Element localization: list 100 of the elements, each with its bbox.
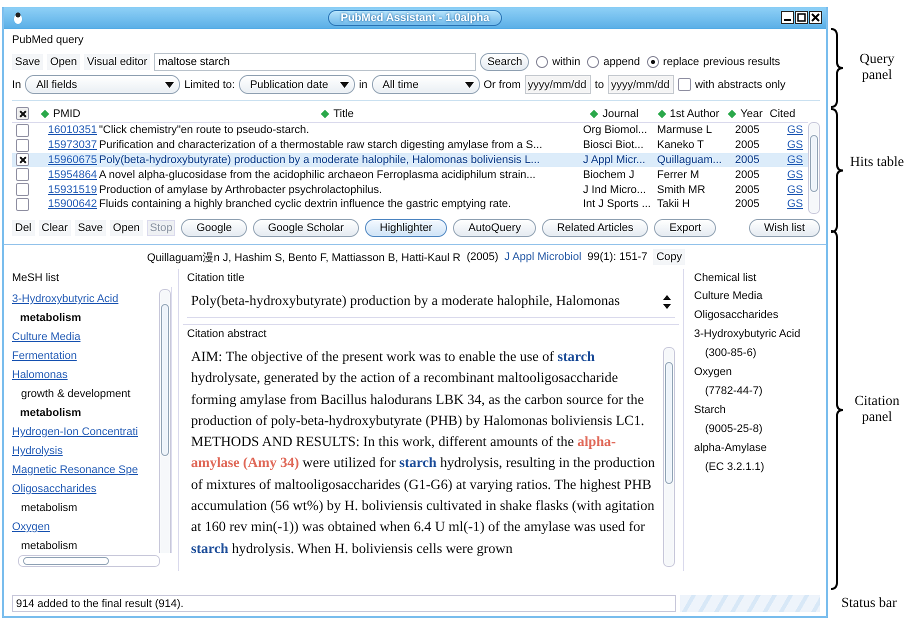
close-icon[interactable]: [809, 11, 822, 24]
pages-text: 99(1): 151-7: [587, 251, 648, 263]
annotation-label: Status bar: [840, 596, 898, 612]
chemical-name[interactable]: 3-Hydroxybutyric Acid: [694, 325, 820, 344]
action-button[interactable]: Highlighter: [364, 219, 448, 237]
scholar-link[interactable]: GS: [787, 154, 803, 166]
field-dropdown[interactable]: All fields: [25, 75, 180, 94]
table-cell-text: Smith MR: [656, 184, 706, 196]
scholar-link[interactable]: GS: [787, 139, 803, 152]
panel-title: MeSH list: [12, 271, 60, 286]
mesh-subheading: metabolism: [20, 539, 78, 553]
pmid-link[interactable]: 16010351: [48, 124, 97, 136]
table-row[interactable]: 15960675 Poly(beta-hydroxybutyrate) production by a moderate halophile, Halomonas boliviensis L... J Appl Micr... Quillaguam... 2005 GS: [12, 152, 808, 168]
pmid-link[interactable]: 15900642: [48, 198, 97, 210]
chemical-name[interactable]: Oxygen: [694, 363, 820, 382]
chemical-name[interactable]: alpha-Amylase: [694, 439, 820, 458]
table-row[interactable]: 15973037 Purification and characterization of a thermostable raw starch digesting amylase from a S... Biosci Biot... Kaneko T 2005 GS: [12, 138, 808, 153]
copy-button[interactable]: Copy: [653, 249, 686, 265]
table-cell-text: Poly(beta-hydroxybutyrate) production by a moderate halophile, Halomonas boliviensis L...: [98, 154, 541, 166]
action-button[interactable]: Google: [181, 219, 247, 237]
mesh-term-link[interactable]: 3-Hydroxybutyric Acid: [12, 290, 159, 309]
mesh-term-link[interactable]: Magnetic Resonance Spe: [12, 461, 159, 480]
table-row[interactable]: 15931519 Production of amylase by Arthrobacter psychrolactophilus. J Ind Micro... Smith MR 2005 GS: [12, 182, 808, 197]
mesh-term-link[interactable]: Oxygen: [12, 518, 159, 537]
panel-title: PubMed query: [12, 34, 85, 48]
toolbar-button[interactable]: Visual editor: [84, 54, 150, 70]
mesh-subheading: metabolism: [19, 406, 82, 421]
row-checkbox[interactable]: [16, 124, 28, 137]
horizontal-scrollbar[interactable]: [18, 555, 160, 567]
table-row[interactable]: 16010351 "Click chemistry"en route to pseudo-starch. Org Biomol... Marmuse L 2005 GS: [12, 123, 808, 138]
chemical-name[interactable]: Starch: [694, 401, 820, 420]
search-field[interactable]: maltose starch: [154, 52, 476, 70]
pmid-link[interactable]: 15960675: [48, 154, 97, 166]
to-date-field[interactable]: yyyy/mm/dd: [608, 75, 674, 94]
limit-dropdown[interactable]: Publication date: [238, 75, 355, 94]
scrollbar[interactable]: [663, 347, 675, 567]
checkbox[interactable]: [678, 78, 691, 91]
table-cell-text: Purification and characterization of a thermostable raw starch digesting amylase from a S...: [98, 139, 544, 152]
pmid-link[interactable]: 15954864: [48, 168, 97, 181]
toolbar-button[interactable]: Open: [110, 220, 143, 236]
row-checkbox[interactable]: [16, 168, 28, 182]
wish-list-button[interactable]: Wish list: [749, 219, 820, 237]
mesh-term-link[interactable]: Fermentation: [12, 347, 159, 366]
table-cell-text: Int J Sports ...: [582, 198, 652, 210]
select-all-checkbox[interactable]: [16, 107, 28, 120]
table-row[interactable]: 15900642 Fluids containing a highly branched cyclic dextrin influence the gastric emptying rate. Int J Sports ... Takii H 2005 GS: [12, 196, 808, 212]
group-title: Citation title: [187, 271, 246, 286]
column-header[interactable]: PMID: [32, 108, 97, 120]
scholar-link[interactable]: GS: [787, 124, 803, 136]
pmid-link[interactable]: 15931519: [48, 184, 97, 196]
action-button[interactable]: Related Articles: [542, 219, 648, 237]
radio-option[interactable]: replace: [647, 56, 700, 68]
action-button[interactable]: AutoQuery: [453, 219, 536, 237]
column-header[interactable]: Journal: [579, 108, 651, 120]
scrollbar[interactable]: [159, 289, 171, 553]
toolbar-button[interactable]: Save: [12, 54, 44, 70]
radio-option[interactable]: within: [536, 56, 580, 68]
table-cell-text: Fluids containing a highly branched cyclic dextrin influence the gastric emptying rate.: [98, 198, 512, 210]
toolbar-button[interactable]: Del: [12, 220, 35, 236]
table-cell-text: A novel alpha-glucosidase from the acidophilic archaeon Ferroplasma acidiphilum strain...: [98, 168, 537, 181]
mesh-term-link[interactable]: Hydrolysis: [12, 442, 159, 461]
mesh-term-link[interactable]: Halomonas: [12, 366, 159, 385]
row-checkbox[interactable]: [16, 153, 28, 166]
caret-icon: [165, 82, 174, 88]
from-date-field[interactable]: yyyy/mm/dd: [524, 75, 591, 94]
minimize-icon[interactable]: [781, 11, 794, 24]
toolbar-button[interactable]: Open: [47, 54, 80, 70]
table-cell-text: J Appl Micr...: [582, 154, 646, 166]
table-cell-text: Quillaguam...: [656, 154, 723, 166]
spinner-icon[interactable]: [663, 294, 671, 310]
action-button[interactable]: Export: [654, 219, 716, 237]
row-checkbox[interactable]: [16, 138, 28, 152]
column-header[interactable]: 1st Author: [651, 108, 727, 120]
toolbar-button[interactable]: Save: [74, 220, 106, 236]
table-cell-text: J Ind Micro...: [582, 184, 647, 196]
scholar-link[interactable]: GS: [787, 168, 803, 181]
column-header[interactable]: Cited: [765, 108, 795, 120]
column-header[interactable]: Title: [97, 108, 579, 120]
pmid-link[interactable]: 15973037: [48, 139, 97, 152]
toolbar-button[interactable]: Clear: [38, 220, 71, 236]
scholar-link[interactable]: GS: [787, 184, 803, 196]
row-checkbox[interactable]: [16, 183, 28, 196]
chemical-name[interactable]: Culture Media: [694, 287, 820, 306]
mesh-term-link[interactable]: Oligosaccharides: [12, 480, 159, 499]
mesh-term-link[interactable]: Hydrogen-Ion Concentrati: [12, 423, 159, 442]
action-button[interactable]: Google Scholar: [252, 219, 359, 237]
range-dropdown[interactable]: All time: [372, 75, 480, 94]
column-header[interactable]: Year: [727, 108, 765, 120]
scholar-link[interactable]: GS: [787, 198, 803, 210]
abstract-text: AIM: The objective of the present work was to enable the use of starch hydrolysate, generated by the action of a recombinant maltooligosaccharide forming amylase from Bacillus halodurans LBK 34, as the carbon source for the production of poly-beta-hydroxybutyrate (PHB) by Halomonas boliviensis LC1. METHODS AND RESULTS: In this work, different amounts of the alpha-amylase (Amy 34) were utilized for starch hydrolysis, resulting in the production of mixtures of maltooligosaccharides (G1-G6) at varying ratios. The highest PHB accumulation (56 wt%) by H. boliviensis cultivated in shake flasks (with agitation at 160 rev min(-1)) was obtained when 6.4 U ml(-1) of the amylase was used for starch hydrolysis. When H. boliviensis cells were grown: [190, 348, 656, 559]
maximize-icon[interactable]: [795, 11, 808, 24]
row-checkbox[interactable]: [16, 198, 28, 211]
table-row[interactable]: 15954864 A novel alpha-glucosidase from the acidophilic archaeon Ferroplasma acidiphilum strain... Biochem J Ferrer M 2005 GS: [12, 167, 808, 182]
mesh-term-link[interactable]: Culture Media: [12, 328, 159, 347]
scrollbar[interactable]: [808, 122, 820, 214]
registry-number: (EC 3.2.1.1): [704, 460, 766, 475]
table-cell-text: Takii H: [656, 198, 692, 210]
search-button[interactable]: Search: [480, 52, 530, 70]
chemical-name[interactable]: Oligosaccharides: [694, 306, 820, 325]
radio-option[interactable]: append: [587, 56, 640, 68]
